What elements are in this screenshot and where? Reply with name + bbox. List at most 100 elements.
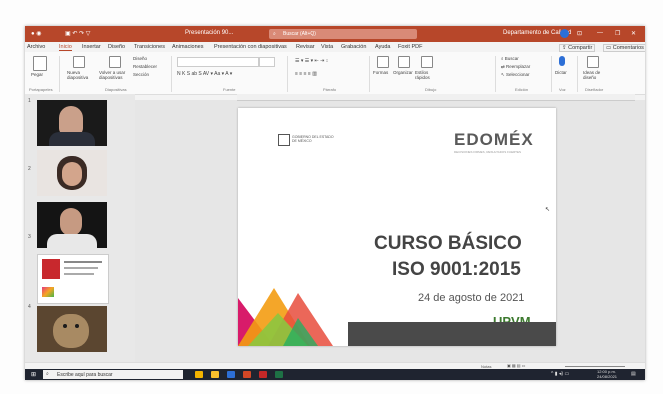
divider (287, 56, 288, 92)
document-title: Presentación 90... (185, 30, 234, 36)
edomex-tagline: DECISIONES FIRMES, RESULTADOS FUERTES (454, 150, 522, 154)
search-icon: ⌕ (273, 31, 276, 37)
section-button[interactable]: Sección (133, 72, 149, 77)
chrome-icon[interactable] (195, 371, 203, 378)
replace-button[interactable]: ⇄ Reemplazar (501, 64, 530, 70)
paste-button[interactable]: Pegar (31, 72, 43, 77)
tab-vista[interactable]: Vista (321, 44, 333, 50)
thumb-number: 4 (28, 304, 31, 310)
cat-eye (63, 324, 67, 328)
participant-video (37, 306, 107, 352)
divider (59, 56, 60, 92)
thumb-number: 3 (28, 234, 31, 240)
maximize-icon[interactable]: ❐ (615, 30, 620, 37)
thumbnail-text-line (64, 261, 102, 263)
share-button[interactable]: ⇪ Compartir (559, 44, 596, 52)
person-face (62, 162, 82, 186)
group-label: Párrafo (323, 87, 337, 92)
participant-video (37, 202, 107, 248)
system-tray-icons[interactable]: ^ ▮ ◂) ▭ (551, 371, 569, 377)
thumb-number: 2 (28, 166, 31, 172)
font-format-buttons[interactable]: N K S ab S AV ▾ Aa ▾ A ▾ (177, 71, 232, 77)
designer-icon[interactable] (587, 56, 599, 68)
tab-grabacion[interactable]: Grabación (341, 44, 366, 50)
taskbar-search-placeholder: Escribe aquí para buscar (57, 372, 113, 378)
minimize-icon[interactable]: — (597, 30, 603, 36)
reset-button[interactable]: Restablecer (133, 64, 157, 69)
cat-eye (75, 324, 79, 328)
powerpoint-icon[interactable] (243, 371, 251, 378)
align-buttons[interactable]: ≡ ≡ ≡ ≡ ▥ (295, 71, 317, 77)
slide-title-line2: ISO 9001:2015 (392, 259, 521, 280)
zoom-app-icon[interactable] (227, 371, 235, 378)
tab-ayuda[interactable]: Ayuda (375, 44, 391, 50)
quick-access-icons[interactable]: ▣ ↶ ↷ ▽ (65, 30, 90, 37)
taskbar-search[interactable]: ⌕ Escribe aquí para buscar (43, 370, 183, 379)
main-slide[interactable]: GOBIERNO DEL ESTADO DE MÉXICO EDOMÉX DEC… (238, 108, 556, 346)
tab-animaciones[interactable]: Animaciones (172, 44, 204, 50)
divider (369, 56, 370, 92)
close-icon[interactable]: ✕ (631, 30, 636, 37)
find-button[interactable]: ⌕ Buscar (501, 56, 519, 61)
tab-inicio[interactable]: Inicio (59, 44, 72, 51)
paragraph-buttons[interactable]: ☰ ▾ ☰ ▾ ⇤ ⇥ ↕ (295, 58, 328, 64)
layout-button[interactable]: Diseño (133, 56, 147, 61)
font-size-select[interactable] (259, 57, 275, 67)
group-label: Diapositivas (105, 87, 127, 92)
ruler (237, 94, 635, 101)
comments-button[interactable]: ▭ Comentarios (603, 44, 645, 52)
participant-video (37, 150, 107, 196)
font-name-select[interactable] (177, 57, 259, 67)
arrange-button[interactable]: Organizar (393, 70, 413, 75)
group-label: Diseñador (585, 87, 604, 92)
autosave-label[interactable]: ● ◉ (31, 30, 42, 37)
tab-transiciones[interactable]: Transiciones (134, 44, 165, 50)
slide-date: 24 de agosto de 2021 (418, 292, 525, 304)
microphone-icon[interactable] (559, 56, 565, 66)
windows-start-icon[interactable]: ⊞ (31, 371, 36, 378)
designer-button[interactable]: Ideas de diseño (583, 70, 605, 80)
person-face (60, 208, 82, 236)
clock[interactable]: 12:00 p.m. 24/08/2021 (597, 369, 617, 379)
ribbon-tabs: Archivo Inicio Insertar Diseño Transicio… (25, 42, 645, 52)
view-buttons[interactable]: ▣ ▦ ▤ ▭ (507, 363, 525, 368)
arrange-icon[interactable] (398, 56, 410, 68)
thumbnail-text-line (64, 273, 94, 275)
dictate-button[interactable]: Dictar (555, 70, 567, 75)
slide-thumbnail-pane[interactable]: 1 2 3 4 (25, 94, 135, 362)
government-label: GOBIERNO DEL ESTADO DE MÉXICO (292, 135, 334, 143)
reuse-slides-icon[interactable] (109, 56, 121, 68)
tab-foxit[interactable]: Foxit PDF (398, 44, 422, 50)
tab-diseno[interactable]: Diseño (108, 44, 125, 50)
pdf-reader-icon[interactable] (259, 371, 267, 378)
zoom-slider[interactable] (565, 366, 625, 367)
share-label: Compartir (568, 45, 593, 51)
slide-title-line1: CURSO BÁSICO (374, 233, 522, 254)
slide-thumbnail[interactable] (37, 254, 109, 304)
tab-insertar[interactable]: Insertar (82, 44, 101, 50)
shapes-button[interactable]: Formas (373, 70, 388, 75)
tab-presentacion[interactable]: Presentación con diapositivas (214, 44, 287, 50)
edomex-logo: EDOMÉX (454, 130, 534, 149)
new-slide-button[interactable]: Nueva diapositiva (67, 70, 93, 80)
tab-revisar[interactable]: Revisar (296, 44, 315, 50)
excel-icon[interactable] (275, 371, 283, 378)
new-slide-icon[interactable] (73, 56, 85, 68)
group-label: Fuente (223, 87, 236, 92)
shapes-icon[interactable] (377, 56, 389, 68)
paste-icon[interactable] (33, 56, 47, 71)
reuse-slides-button[interactable]: Volver a usar diapositivas (99, 70, 129, 80)
divider (495, 56, 496, 92)
quick-styles-button[interactable]: Estilos rápidos (415, 70, 437, 80)
quick-styles-icon[interactable] (421, 56, 433, 68)
select-button[interactable]: ↖ Seleccionar (501, 72, 530, 78)
group-label: Portapapeles (29, 87, 53, 92)
search-box[interactable]: ⌕ Buscar (Alt+Q) (269, 29, 417, 39)
divider (551, 56, 552, 92)
screenshot-frame: ● ◉ ▣ ↶ ↷ ▽ Presentación 90... ⌕ Buscar … (0, 0, 663, 394)
file-explorer-icon[interactable] (211, 371, 219, 378)
tab-archivo[interactable]: Archivo (27, 44, 45, 50)
notifications-icon[interactable]: ▤ (631, 371, 636, 377)
avatar[interactable] (560, 29, 569, 38)
ribbon-display-icon[interactable]: ⊡ (577, 30, 582, 37)
